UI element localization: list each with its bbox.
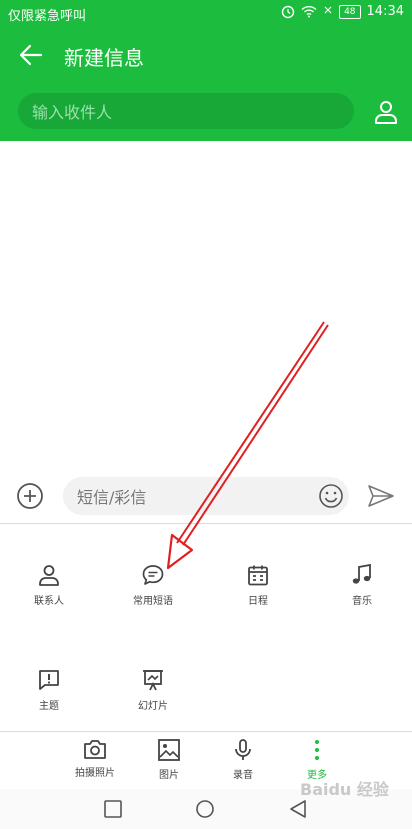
more-item-label: 日程: [248, 596, 268, 607]
message-placeholder: 短信/彩信: [77, 488, 147, 507]
calendar-icon: [248, 565, 268, 586]
battery-indicator: 48: [339, 4, 361, 19]
back-nav-button[interactable]: [288, 799, 310, 821]
circle-icon: [196, 800, 214, 818]
contact-icon: [39, 565, 59, 586]
tab-label: 录音: [233, 770, 253, 781]
more-item-phrases[interactable]: 常用短语: [113, 563, 193, 623]
wifi-icon: [301, 5, 317, 18]
composer-row: 短信/彩信: [0, 474, 412, 520]
more-item-subject[interactable]: 主题: [9, 668, 89, 728]
more-item-contact[interactable]: 联系人: [9, 563, 89, 623]
more-vertical-icon: [315, 740, 319, 760]
send-icon: [368, 485, 394, 507]
divider: [0, 731, 412, 732]
smiley-icon: [319, 484, 343, 508]
home-button[interactable]: [195, 799, 217, 821]
header: 仅限紧急呼叫 48 14:34 新建信息 输入收件人: [0, 0, 412, 141]
add-attachment-button[interactable]: [15, 481, 45, 511]
more-item-label: 幻灯片: [138, 701, 168, 712]
music-note-icon: [352, 563, 371, 584]
more-item-label: 音乐: [352, 596, 372, 607]
subject-icon: [39, 670, 59, 690]
person-icon: [375, 101, 397, 124]
clock: 14:34: [366, 4, 404, 19]
back-arrow-icon: [19, 44, 43, 66]
pick-contact-button[interactable]: [372, 98, 400, 126]
image-icon: [158, 739, 180, 761]
square-icon: [104, 800, 122, 818]
tab-record[interactable]: 录音: [203, 738, 283, 784]
watermark: Baidu 经验: [300, 780, 389, 799]
emoji-button[interactable]: [318, 483, 344, 509]
more-item-music[interactable]: 音乐: [322, 563, 402, 623]
chat-bubble-icon: [142, 565, 164, 585]
tab-image[interactable]: 图片: [129, 738, 209, 784]
more-item-label: 常用短语: [133, 596, 173, 607]
camera-icon: [84, 740, 106, 759]
more-item-label: 主题: [39, 701, 59, 712]
triangle-back-icon: [290, 800, 306, 818]
divider: [0, 523, 412, 524]
recipient-input[interactable]: 输入收件人: [18, 93, 354, 129]
message-input[interactable]: 短信/彩信: [63, 477, 349, 515]
slideshow-icon: [143, 670, 163, 691]
microphone-icon: [235, 739, 251, 760]
no-signal-icon: [324, 6, 332, 14]
more-item-calendar[interactable]: 日程: [218, 563, 298, 623]
send-button[interactable]: [366, 483, 396, 509]
tab-label: 拍摄照片: [75, 768, 115, 779]
recents-button[interactable]: [103, 799, 125, 821]
alarm-icon: [281, 5, 295, 18]
page-title: 新建信息: [64, 46, 144, 70]
status-icons: 48 14:34: [281, 4, 404, 19]
back-button[interactable]: [14, 40, 48, 70]
status-bar: 仅限紧急呼叫 48 14:34: [0, 0, 412, 28]
tab-camera[interactable]: 拍摄照片: [55, 738, 135, 784]
plus-circle-icon: [17, 483, 43, 509]
more-item-slideshow[interactable]: 幻灯片: [113, 668, 193, 728]
title-bar: 新建信息: [0, 30, 412, 80]
more-item-label: 联系人: [34, 596, 64, 607]
recipient-placeholder: 输入收件人: [32, 103, 113, 122]
carrier-text: 仅限紧急呼叫: [8, 9, 87, 24]
tab-label: 图片: [159, 770, 179, 781]
